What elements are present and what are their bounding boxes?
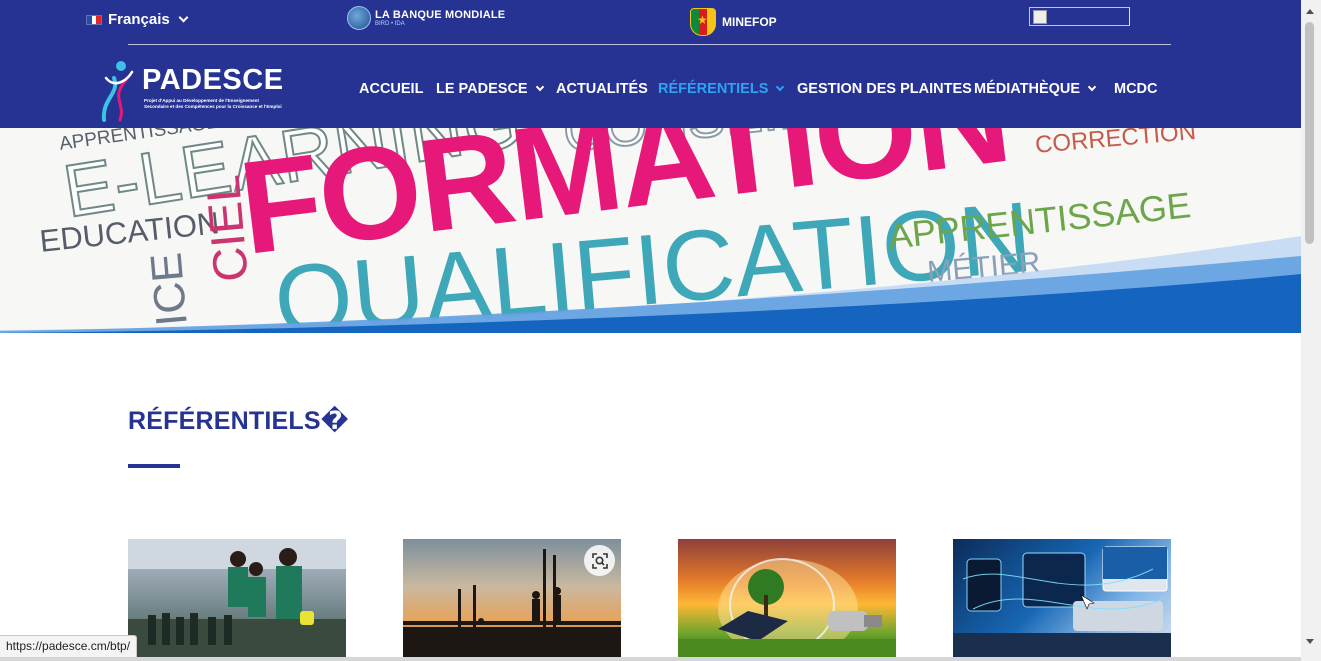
chevron-down-icon [178,12,189,23]
nav-label: ACTUALITÉS [556,81,648,97]
header-divider [128,44,1171,45]
nav-label: MCDC [1114,81,1158,97]
france-flag-icon [86,14,102,25]
zoom-lens-icon [591,552,608,569]
scrollbar-thumb[interactable] [1305,22,1314,244]
page-scrollbar[interactable] [1301,0,1321,661]
logo-tagline: Projet d'Appui au Développement de l'Ens… [144,98,282,109]
page-title: RÉFÉRENTIELS� [128,407,349,435]
zoom-button[interactable] [584,545,615,576]
globe-icon [347,6,371,30]
nav-mcdc[interactable]: MCDC [1114,81,1158,97]
site-header: Français LA BANQUE MONDIALE BIRD • IDA M… [0,0,1301,128]
minefop-logo[interactable]: MINEFOP [690,8,777,36]
card-image [678,558,896,657]
worldbank-logo[interactable]: LA BANQUE MONDIALE BIRD • IDA [347,6,505,30]
link-status-bar: https://padesce.cm/btp/ [0,635,138,657]
nav-accueil[interactable]: ACCUEIL [359,81,423,97]
nav-label: RÉFÉRENTIELS [658,81,769,97]
nav-label: GESTION DES PLAINTES [797,81,972,97]
worldbank-sub: BIRD • IDA [375,21,405,27]
chevron-down-icon [535,82,544,92]
card-image [953,546,1171,657]
language-label: Français [108,11,170,28]
nav-label: LE PADESCE [436,81,528,97]
top-bar: Français LA BANQUE MONDIALE BIRD • IDA M… [0,0,1301,44]
hero-banner: APPRENTISSAGE CONSEIL E-LEARNING EDUCATI… [0,128,1301,333]
nav-label: MÉDIATHÈQUE [974,81,1081,97]
minefop-label: MINEFOP [722,15,777,29]
referentiel-card[interactable] [953,539,1171,657]
logo-wordmark: PADESCE [142,64,284,96]
chevron-down-icon [1087,82,1097,92]
nav-mediatheque[interactable]: MÉDIATHÈQUE [974,81,1097,97]
coat-of-arms-icon [690,8,716,36]
referentiel-card[interactable] [128,539,346,657]
broken-image-icon[interactable] [1029,7,1130,26]
language-selector[interactable]: Français [86,11,189,28]
window-bottom-edge [0,657,1301,661]
nav-gestion-des-plaintes[interactable]: GESTION DES PLAINTES [797,81,972,97]
nav-actualites[interactable]: ACTUALITÉS [556,81,648,97]
padesce-logo[interactable]: PADESCE Projet d'Appui au Développement … [100,58,283,124]
nav-referentiels[interactable]: RÉFÉRENTIELS [658,81,785,97]
hero-wave-shape [0,236,1301,333]
nav-le-padesce[interactable]: LE PADESCE [436,81,544,97]
title-underline [128,464,180,468]
padesce-figure-icon [101,61,134,122]
referentiel-card[interactable] [678,539,896,657]
scroll-up-arrow-icon[interactable] [1306,9,1314,14]
nav-label: ACCUEIL [359,81,424,97]
worldbank-name: LA BANQUE MONDIALE [375,9,506,21]
page: Français LA BANQUE MONDIALE BIRD • IDA M… [0,0,1321,661]
card-image [128,539,346,657]
referentiel-card[interactable] [403,539,621,657]
chevron-down-icon [776,82,785,92]
worldbank-text: LA BANQUE MONDIALE BIRD • IDA [375,9,505,27]
scroll-down-arrow-icon[interactable] [1306,639,1314,644]
